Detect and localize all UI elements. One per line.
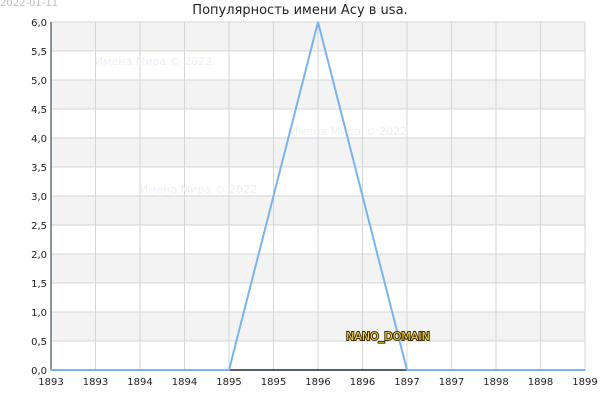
x-tick-label: 1893 [83, 377, 108, 388]
y-tick-label: 0,5 [31, 337, 47, 348]
x-tick-label: 1899 [572, 377, 597, 388]
x-tick-label: 1894 [172, 377, 197, 388]
data-point [406, 369, 408, 371]
x-tick-label: 1893 [38, 377, 63, 388]
x-tick-label: 1895 [261, 377, 286, 388]
watermark-1: Имена Мира © 2022 [95, 55, 212, 68]
y-tick-labels: 0,0 0,5 1,0 1,5 2,0 2,5 3,0 3,5 4,0 4,5 5,0 5,5 6,0 [31, 18, 47, 377]
data-point [495, 369, 497, 371]
data-point [317, 21, 319, 23]
x-tick-label: 1896 [350, 377, 375, 388]
x-tick-label: 1896 [305, 377, 330, 388]
x-tick-label: 1894 [127, 377, 152, 388]
data-point [50, 369, 52, 371]
y-tick-label: 4,0 [31, 134, 47, 145]
data-point [228, 369, 230, 371]
y-tick-label: 0,0 [31, 366, 47, 377]
y-tick-label: 2,5 [31, 221, 47, 232]
nano-domain-badge: NANO_DOMAIN [346, 330, 430, 343]
y-tick-label: 3,5 [31, 163, 47, 174]
y-tick-label: 1,5 [31, 279, 47, 290]
line-chart: Имена Мира © 2022 Имена Мира © 2022 Имен… [31, 3, 598, 388]
watermark-2: Имена Мира © 2022 [290, 125, 407, 138]
y-tick-label: 5,5 [31, 47, 47, 58]
chart-title: Популярность имени Асу в usa. [192, 3, 407, 18]
x-tick-labels: 1893 1893 1894 1894 1895 1895 1896 1896 1897 1897… [38, 377, 597, 388]
x-tick-label: 1898 [483, 377, 508, 388]
x-tick-label: 1897 [394, 377, 419, 388]
x-tick-label: 1895 [216, 377, 241, 388]
y-tick-label: 6,0 [31, 18, 47, 29]
x-tick-label: 1898 [528, 377, 553, 388]
x-tick-label: 1897 [439, 377, 464, 388]
y-tick-label: 3,0 [31, 192, 47, 203]
y-tick-label: 2,0 [31, 250, 47, 261]
data-point [139, 369, 141, 371]
y-tick-label: 5,0 [31, 76, 47, 87]
watermark-3: Имена Мира © 2022 [140, 183, 257, 196]
y-tick-label: 1,0 [31, 308, 47, 319]
data-point [584, 369, 586, 371]
y-tick-label: 4,5 [31, 105, 47, 116]
